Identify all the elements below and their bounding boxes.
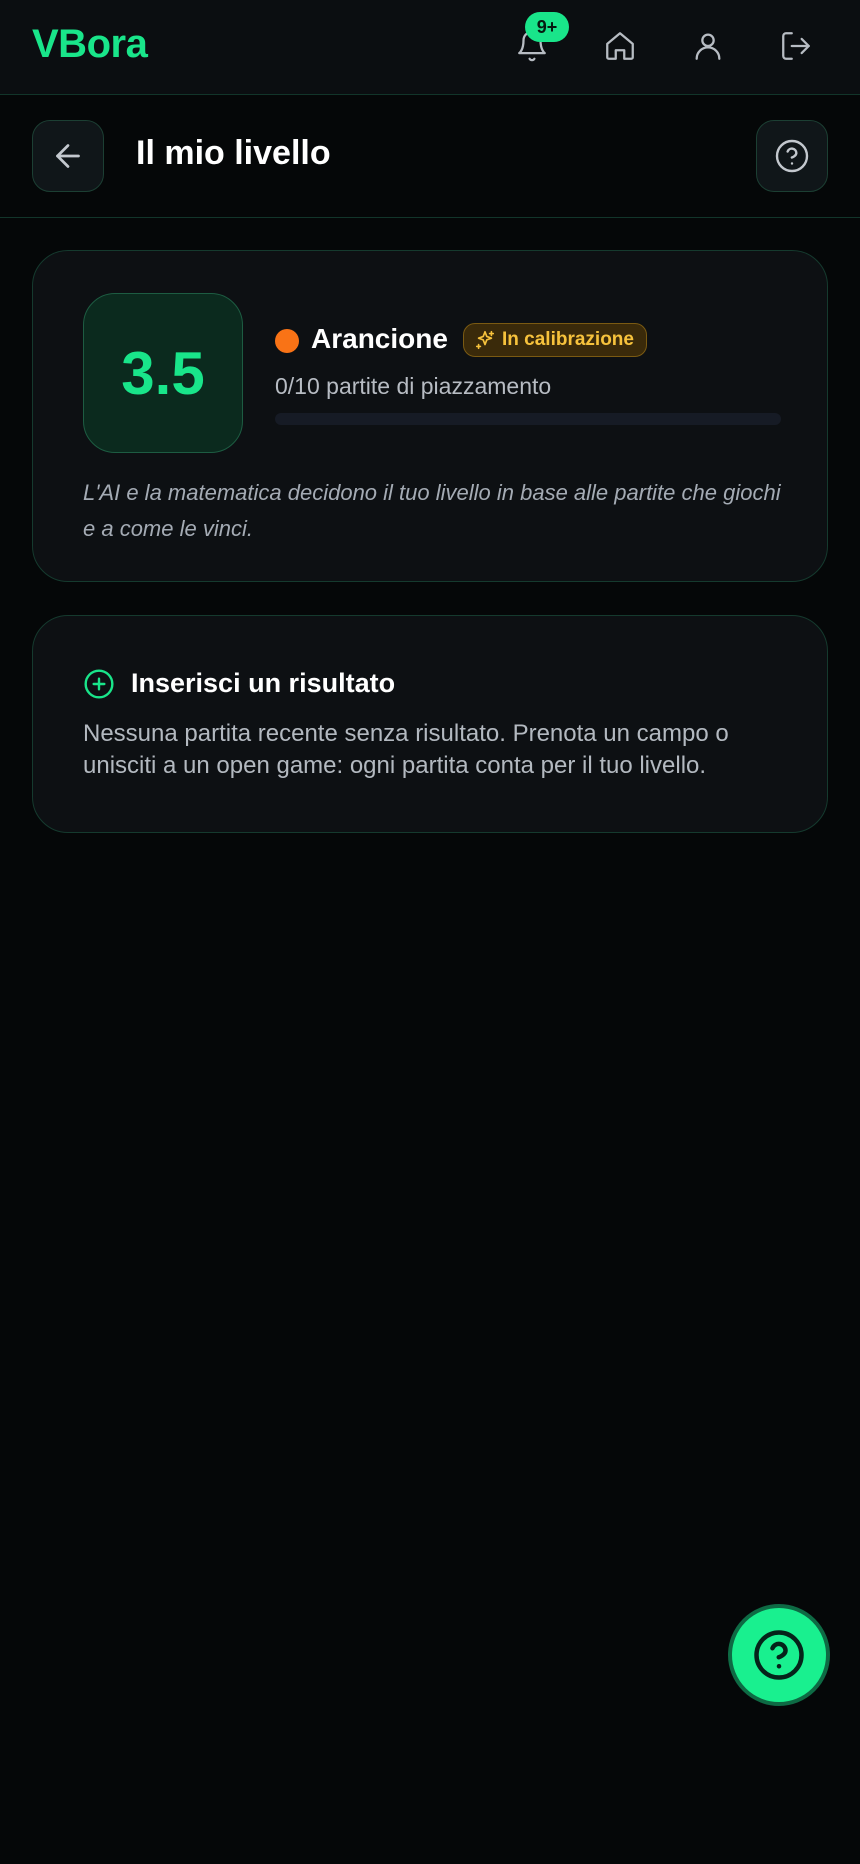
- calibration-badge-label: In calibrazione: [502, 329, 634, 350]
- user-icon[interactable]: [688, 26, 728, 66]
- tier-color-dot: [275, 329, 299, 353]
- top-navbar: VBora 9+: [0, 0, 860, 95]
- back-button[interactable]: [32, 120, 104, 192]
- logout-icon[interactable]: [776, 26, 816, 66]
- calibration-badge: In calibrazione: [463, 323, 647, 357]
- level-explanation: L'AI e la matematica decidono il tuo liv…: [83, 480, 781, 541]
- floating-help-button[interactable]: [728, 1604, 830, 1706]
- help-button[interactable]: [756, 120, 828, 192]
- help-circle-icon: [775, 139, 809, 173]
- home-icon[interactable]: [600, 26, 640, 66]
- arrow-left-icon: [56, 144, 80, 168]
- placement-progress-bar: [275, 413, 781, 425]
- tier-name: Arancione: [311, 323, 448, 354]
- sparkles-icon: [475, 330, 495, 350]
- insert-result-description: Nessuna partita recente senza risultato.…: [83, 720, 729, 779]
- page-header: Il mio livello: [0, 96, 860, 218]
- insert-result-title[interactable]: Inserisci un risultato: [131, 668, 395, 699]
- placement-count: 0/10 partite di piazzamento: [275, 373, 552, 399]
- notification-badge: 9+: [525, 12, 569, 42]
- plus-circle-icon[interactable]: [83, 668, 115, 700]
- help-circle-icon: [754, 1630, 804, 1680]
- page-title: Il mio livello: [136, 134, 331, 172]
- level-value: 3.5: [83, 293, 243, 453]
- app-logo[interactable]: VBora: [32, 22, 148, 67]
- level-card: 3.5 Arancione In calibrazione 0/10 parti…: [32, 250, 828, 582]
- result-card: Inserisci un risultato Nessuna partita r…: [32, 615, 828, 833]
